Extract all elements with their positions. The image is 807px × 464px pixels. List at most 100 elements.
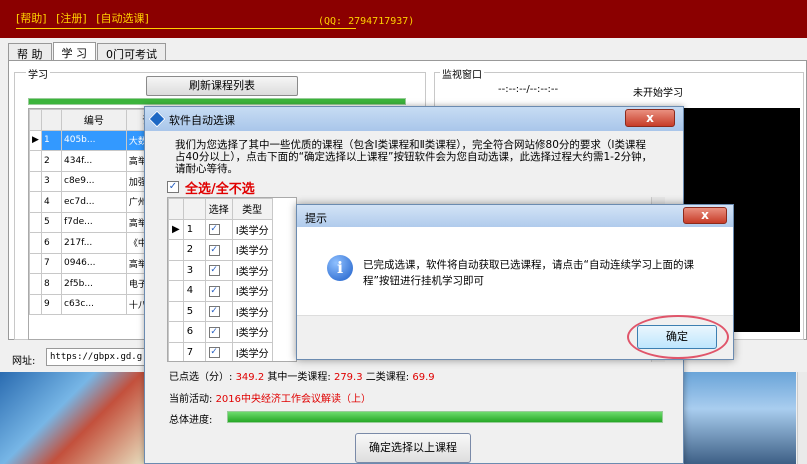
- message-close-button[interactable]: x: [683, 207, 727, 224]
- row-type: I类学分: [231, 321, 273, 343]
- monitor-time: --:--:--/--:--:--: [498, 84, 559, 95]
- table-row[interactable]: 5f7de...高举劳: [29, 211, 147, 233]
- menu-register[interactable]: [注册]: [56, 12, 87, 25]
- row-code: 2f5b...: [61, 273, 127, 295]
- selected-credits: 已点选（分）: 349.2 其中一类课程: 279.3 二类课程: 69.9: [169, 368, 435, 383]
- row-number: 6: [41, 232, 62, 254]
- web-banner-image: [0, 372, 146, 464]
- info-icon: i: [327, 255, 353, 281]
- selected-credits-value: 349.2: [235, 372, 265, 383]
- table-row[interactable]: ▶ 1 ✓ I类学分: [168, 218, 273, 240]
- dialog-title: 软件自动选课: [169, 114, 235, 127]
- row-number: 2: [182, 239, 206, 261]
- row-code: 0946...: [61, 252, 127, 274]
- row-type: I类学分: [231, 218, 273, 240]
- study-group-label: 学习: [26, 66, 50, 81]
- column-header-type[interactable]: 类型: [231, 198, 273, 220]
- current-activity-label: 当前活动:: [169, 394, 213, 405]
- highlight-circle: [627, 315, 729, 359]
- row-number: 5: [41, 211, 62, 233]
- course-table-header: 编号 课程名: [29, 109, 147, 131]
- row-number: 7: [182, 341, 206, 361]
- class2-label: 二类课程:: [365, 372, 410, 383]
- web-city-image: [676, 372, 796, 464]
- row-code: c63c...: [61, 293, 127, 315]
- study-progress-bar: [28, 98, 406, 105]
- row-pointer-icon: ▶: [29, 129, 42, 151]
- row-code: 434f...: [61, 150, 127, 172]
- row-code: c8e9...: [61, 170, 127, 192]
- row-number: 1: [41, 129, 62, 151]
- row-checkbox[interactable]: ✓: [208, 306, 220, 318]
- row-code: 217f...: [61, 232, 127, 254]
- table-row[interactable]: 6217f...《中国: [29, 232, 147, 254]
- table-row[interactable]: 5 ✓ I类学分: [168, 300, 273, 322]
- row-checkbox[interactable]: ✓: [208, 347, 220, 359]
- class1-value: 279.3: [333, 372, 363, 383]
- dialog-close-button[interactable]: x: [625, 109, 675, 127]
- row-number: 2: [41, 150, 62, 172]
- row-code: f7de...: [61, 211, 127, 233]
- row-number: 8: [41, 273, 62, 295]
- monitor-group-label: 监视窗口: [440, 66, 484, 81]
- column-header-code[interactable]: 编号: [61, 109, 127, 131]
- overall-progress-label: 总体进度:: [169, 415, 213, 426]
- course-table[interactable]: 编号 课程名 ▶ 1 405b... 大数据 2434f...高举劳 3c8e9…: [28, 108, 148, 340]
- row-number: 4: [41, 191, 62, 213]
- selected-credits-label: 已点选（分）:: [169, 372, 233, 383]
- table-row[interactable]: 82f5b...电子文: [29, 273, 147, 295]
- select-all-checkbox[interactable]: ✓: [167, 181, 179, 193]
- table-row[interactable]: 6 ✓ I类学分: [168, 321, 273, 343]
- recommended-course-grid[interactable]: 选择 类型 ▶ 1 ✓ I类学分 2 ✓ I类学分 3 ✓ I类学分 4 ✓ I类学分 5 ✓ I类学…: [167, 197, 297, 362]
- table-row[interactable]: 70946...高举劳: [29, 252, 147, 274]
- class1-label: 其中一类课程:: [267, 372, 331, 383]
- row-checkbox[interactable]: ✓: [208, 244, 220, 256]
- message-title: 提示: [305, 212, 327, 225]
- row-checkbox[interactable]: ✓: [208, 224, 220, 236]
- column-header-select[interactable]: 选择: [204, 198, 233, 220]
- address-label: 网址:: [12, 356, 36, 367]
- select-all-label[interactable]: 全选/全不选: [185, 178, 255, 197]
- dialog-description: 我们为您选择了其中一些优质的课程（包含Ⅰ类课程和Ⅱ类课程），完全符合网站修80分…: [175, 139, 653, 175]
- table-row[interactable]: ▶ 1 405b... 大数据: [29, 129, 147, 151]
- row-number: 7: [41, 252, 62, 274]
- monitor-status: 未开始学习: [633, 88, 683, 99]
- menu-help[interactable]: [帮助]: [16, 12, 47, 25]
- row-type: I类学分: [231, 259, 273, 281]
- table-row[interactable]: 4 ✓ I类学分: [168, 280, 273, 302]
- address-input[interactable]: https://gbpx.gd.g: [46, 348, 146, 366]
- table-row[interactable]: 2 ✓ I类学分: [168, 239, 273, 261]
- row-pointer-icon: ▶: [168, 218, 184, 240]
- table-row[interactable]: 2434f...高举劳: [29, 150, 147, 172]
- row-type: I类学分: [231, 300, 273, 322]
- current-activity: 当前活动: 2016中央经济工作会议解读（上）: [169, 390, 371, 405]
- row-number: 3: [182, 259, 206, 281]
- current-activity-value: 2016中央经济工作会议解读（上）: [215, 394, 372, 405]
- row-number: 6: [182, 321, 206, 343]
- row-number: 3: [41, 170, 62, 192]
- confirm-selection-button[interactable]: 确定选择以上课程: [355, 433, 471, 463]
- tab-strip: 帮 助 学 习 0门可考试: [8, 42, 167, 65]
- menu-underline: [16, 28, 356, 29]
- qq-contact: (QQ: 2794717937): [318, 16, 415, 27]
- main-menu: [帮助] [注册] [自动选课]: [16, 10, 155, 26]
- row-checkbox[interactable]: ✓: [208, 285, 220, 297]
- row-type: I类学分: [231, 239, 273, 261]
- row-code: 405b...: [61, 129, 127, 151]
- menu-auto-select[interactable]: [自动选课]: [96, 12, 149, 25]
- row-checkbox[interactable]: ✓: [208, 326, 220, 338]
- class2-value: 69.9: [412, 372, 435, 383]
- page-scrollbar[interactable]: [797, 372, 807, 464]
- message-titlebar[interactable]: [297, 205, 733, 227]
- row-number: 9: [41, 293, 62, 315]
- table-row[interactable]: 3c8e9...加强和: [29, 170, 147, 192]
- message-box: 提示 x i 已完成选课，软件将自动获取已选课程，请点击“自动连续学习上面的课程…: [296, 204, 734, 360]
- row-checkbox[interactable]: ✓: [208, 265, 220, 277]
- table-row[interactable]: 7 ✓ I类学分: [168, 341, 273, 361]
- row-code: ec7d...: [61, 191, 127, 213]
- table-row[interactable]: 3 ✓ I类学分: [168, 259, 273, 281]
- refresh-courses-button[interactable]: 刷新课程列表: [146, 76, 298, 96]
- row-type: I类学分: [231, 280, 273, 302]
- table-row[interactable]: 9c63c...十八届: [29, 293, 147, 315]
- table-row[interactable]: 4ec7d...广州供: [29, 191, 147, 213]
